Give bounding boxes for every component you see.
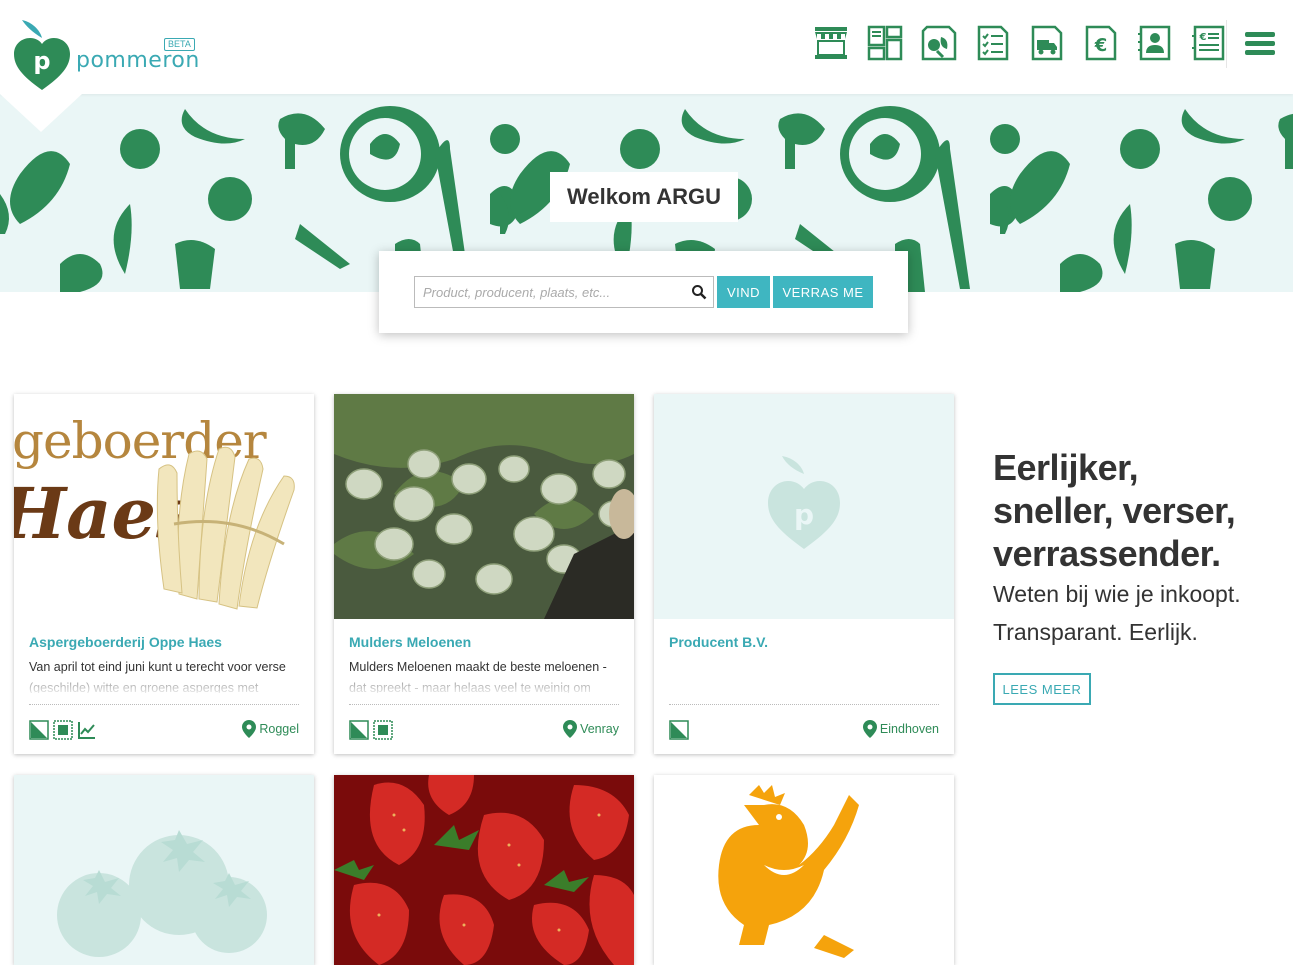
top-header: p BETA pommeron € €: [0, 0, 1293, 94]
search-icon[interactable]: [691, 284, 707, 300]
market-stall-icon[interactable]: [813, 24, 849, 62]
contact-book-icon[interactable]: [1137, 24, 1173, 62]
welcome-banner: Welkom ARGU: [550, 172, 738, 222]
catalog-icon[interactable]: [29, 720, 49, 740]
checklist-icon[interactable]: [975, 24, 1011, 62]
chart-icon[interactable]: [77, 720, 97, 740]
card-image: geboerder Haes: [14, 394, 314, 619]
euro-icon[interactable]: €: [1083, 24, 1119, 62]
svg-text:p: p: [794, 498, 814, 531]
card-title[interactable]: Producent B.V.: [669, 634, 768, 650]
card-location[interactable]: Eindhoven: [862, 720, 939, 738]
card-image: [334, 394, 634, 619]
card-separator: [29, 704, 299, 705]
order-list-icon[interactable]: [373, 720, 393, 740]
card-separator: [669, 704, 939, 705]
products-icon[interactable]: [921, 24, 957, 62]
find-button[interactable]: VIND: [717, 276, 770, 308]
asparagus-illustration: [156, 446, 295, 610]
card-image-placeholder: [14, 775, 314, 965]
pommeron-logo[interactable]: p BETA pommeron: [10, 14, 210, 94]
main-nav-icons: € €: [813, 24, 1227, 62]
card-feature-icons: [349, 720, 393, 740]
logo-heart-icon: p: [14, 20, 70, 90]
card-location[interactable]: Venray: [563, 720, 619, 738]
map-pin-icon: [563, 720, 578, 738]
dashboard-grid-icon[interactable]: [867, 24, 903, 62]
card-feature-icons: [669, 720, 689, 740]
logo-text: pommeron: [76, 48, 200, 73]
card-title[interactable]: Aspergeboerderij Oppe Haes: [29, 634, 222, 650]
producer-card-strawberries[interactable]: [334, 775, 634, 965]
rooster-logo-image: [654, 775, 954, 965]
card-description: Mulders Meloenen maakt de beste meloenen…: [349, 657, 621, 693]
invoice-icon[interactable]: €: [1191, 24, 1227, 62]
read-more-button[interactable]: LEES MEER: [993, 673, 1091, 705]
melons-photo: [334, 394, 634, 619]
svg-text:€: €: [1199, 32, 1207, 43]
card-location[interactable]: Roggel: [242, 720, 299, 738]
svg-text:€: €: [1094, 35, 1108, 56]
search-input[interactable]: [415, 277, 713, 307]
card-separator: [349, 704, 619, 705]
card-description: [669, 657, 941, 693]
nav-divider: [1226, 20, 1227, 68]
catalog-icon[interactable]: [349, 720, 369, 740]
logo-tab-shape: [0, 94, 82, 132]
card-feature-icons: [29, 720, 97, 740]
hamburger-menu-icon[interactable]: [1245, 32, 1275, 56]
tomato-placeholder-illustration: [57, 830, 267, 957]
map-pin-icon: [242, 720, 257, 738]
strawberries-photo: [334, 775, 634, 965]
producer-card-tomatoes[interactable]: [14, 775, 314, 965]
delivery-truck-icon[interactable]: [1029, 24, 1065, 62]
card-description: Van april tot eind juni kunt u terecht v…: [29, 657, 301, 693]
producer-card-rooster[interactable]: [654, 775, 954, 965]
producer-card-mulders-meloenen[interactable]: Mulders Meloenen Mulders Meloenen maakt …: [334, 394, 634, 754]
promo-tagline: Eerlijker, sneller, verser, verrassender…: [993, 447, 1236, 574]
card-image-placeholder: p: [654, 394, 954, 619]
pommeron-placeholder-logo: p: [768, 456, 840, 549]
svg-text:p: p: [33, 47, 50, 75]
card-title[interactable]: Mulders Meloenen: [349, 634, 471, 650]
surprise-me-button[interactable]: VERRAS ME: [773, 276, 873, 308]
producer-card-oppe-haes[interactable]: geboerder Haes Aspergeboerderij Oppe Hae…: [14, 394, 314, 754]
promo-subtext: Weten bij wie je inkoopt. Transparant. E…: [993, 581, 1241, 645]
search-field[interactable]: [414, 276, 714, 308]
catalog-icon[interactable]: [669, 720, 689, 740]
producer-card-producent-bv[interactable]: p Producent B.V. Eindhoven: [654, 394, 954, 754]
map-pin-icon: [862, 720, 877, 738]
order-list-icon[interactable]: [53, 720, 73, 740]
search-panel: VIND VERRAS ME: [379, 251, 908, 333]
